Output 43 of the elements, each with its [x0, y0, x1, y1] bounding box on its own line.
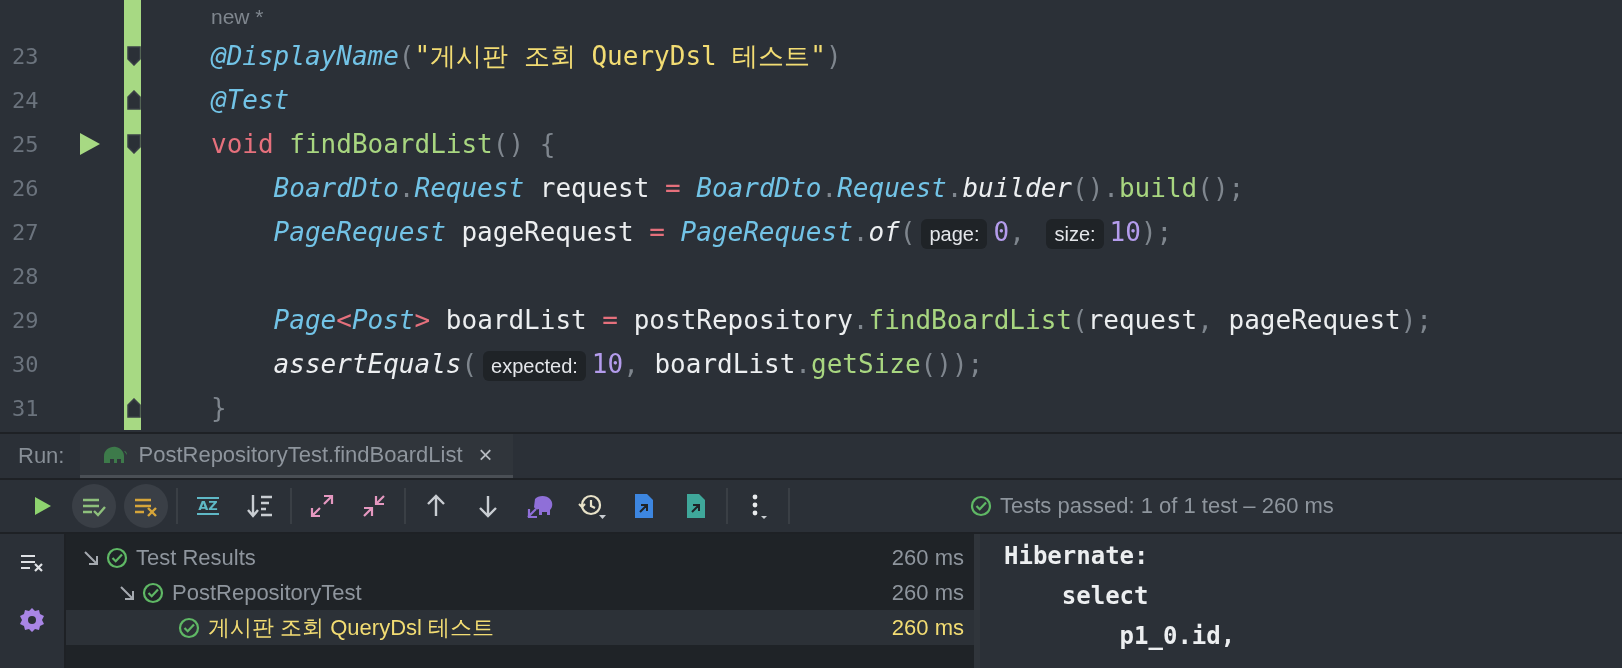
- line-number: 31: [11, 395, 40, 421]
- status-text: Tests passed: 1 of 1 test – 260 ms: [1000, 493, 1334, 519]
- line-number: 23: [11, 43, 40, 69]
- toolbar-button[interactable]: AZ: [186, 484, 230, 528]
- line-number: 26: [11, 175, 40, 201]
- console-line: select: [1060, 581, 1150, 612]
- elephant-arrow-icon: [526, 493, 554, 519]
- test-tree-item[interactable]: PostRepositoryTest 260 ms: [66, 575, 974, 610]
- sort-bars-icon: [246, 493, 274, 519]
- clock-icon: [577, 492, 607, 520]
- code-line: @Test: [211, 84, 290, 117]
- settings-icon: [19, 607, 45, 633]
- line-number: 25: [11, 131, 40, 157]
- code-line: @DisplayName("게시판 조회 QueryDsl 테스트"): [211, 40, 842, 73]
- line-number: 30: [11, 351, 40, 377]
- document-arrow-icon: [633, 492, 655, 520]
- code-line: }: [211, 392, 227, 425]
- test-tree-item[interactable]: Test Results 260 ms: [66, 540, 974, 575]
- expand-arrows-icon: [309, 493, 335, 519]
- code-line: assertEquals( expected: 10, boardList.getSize());: [272, 348, 984, 381]
- up-arrow-icon: [425, 494, 447, 518]
- code-line: Page<Post> boardList = postRepository.findBoardList(request, pageRequest);: [272, 304, 1433, 337]
- collapse-arrows-icon: [361, 493, 387, 519]
- line-number: 29: [11, 307, 40, 333]
- run-tab[interactable]: PostRepositoryTest.findBoardList ×: [80, 434, 513, 478]
- expand-arrow-icon: [82, 548, 100, 567]
- code-line: void findBoardList() {: [211, 128, 556, 161]
- toolbar-button[interactable]: [72, 484, 116, 528]
- panel-label: Run:: [17, 442, 66, 470]
- document-arrow-icon: [685, 492, 707, 520]
- close-icon[interactable]: ×: [478, 440, 493, 469]
- down-arrow-icon: [477, 494, 499, 518]
- author-hint: new *: [211, 5, 264, 29]
- console-line: p1_0.id,: [1118, 621, 1236, 652]
- console-line: Hibernate:: [1004, 541, 1150, 572]
- toolbar-button[interactable]: [124, 484, 168, 528]
- line-number: 27: [11, 219, 40, 245]
- code-line: PageRequest pageRequest = PageRequest.of( page: 0, size: 10);: [272, 216, 1173, 249]
- line-number: 28: [11, 263, 40, 289]
- code-line: BoardDto.Request request = BoardDto.Request.builder().build();: [272, 172, 1245, 205]
- test-tree-item[interactable]: 게시판 조회 QueryDsl 테스트 260 ms: [66, 610, 974, 645]
- line-number: 24: [11, 87, 40, 113]
- expand-arrow-icon: [118, 583, 136, 602]
